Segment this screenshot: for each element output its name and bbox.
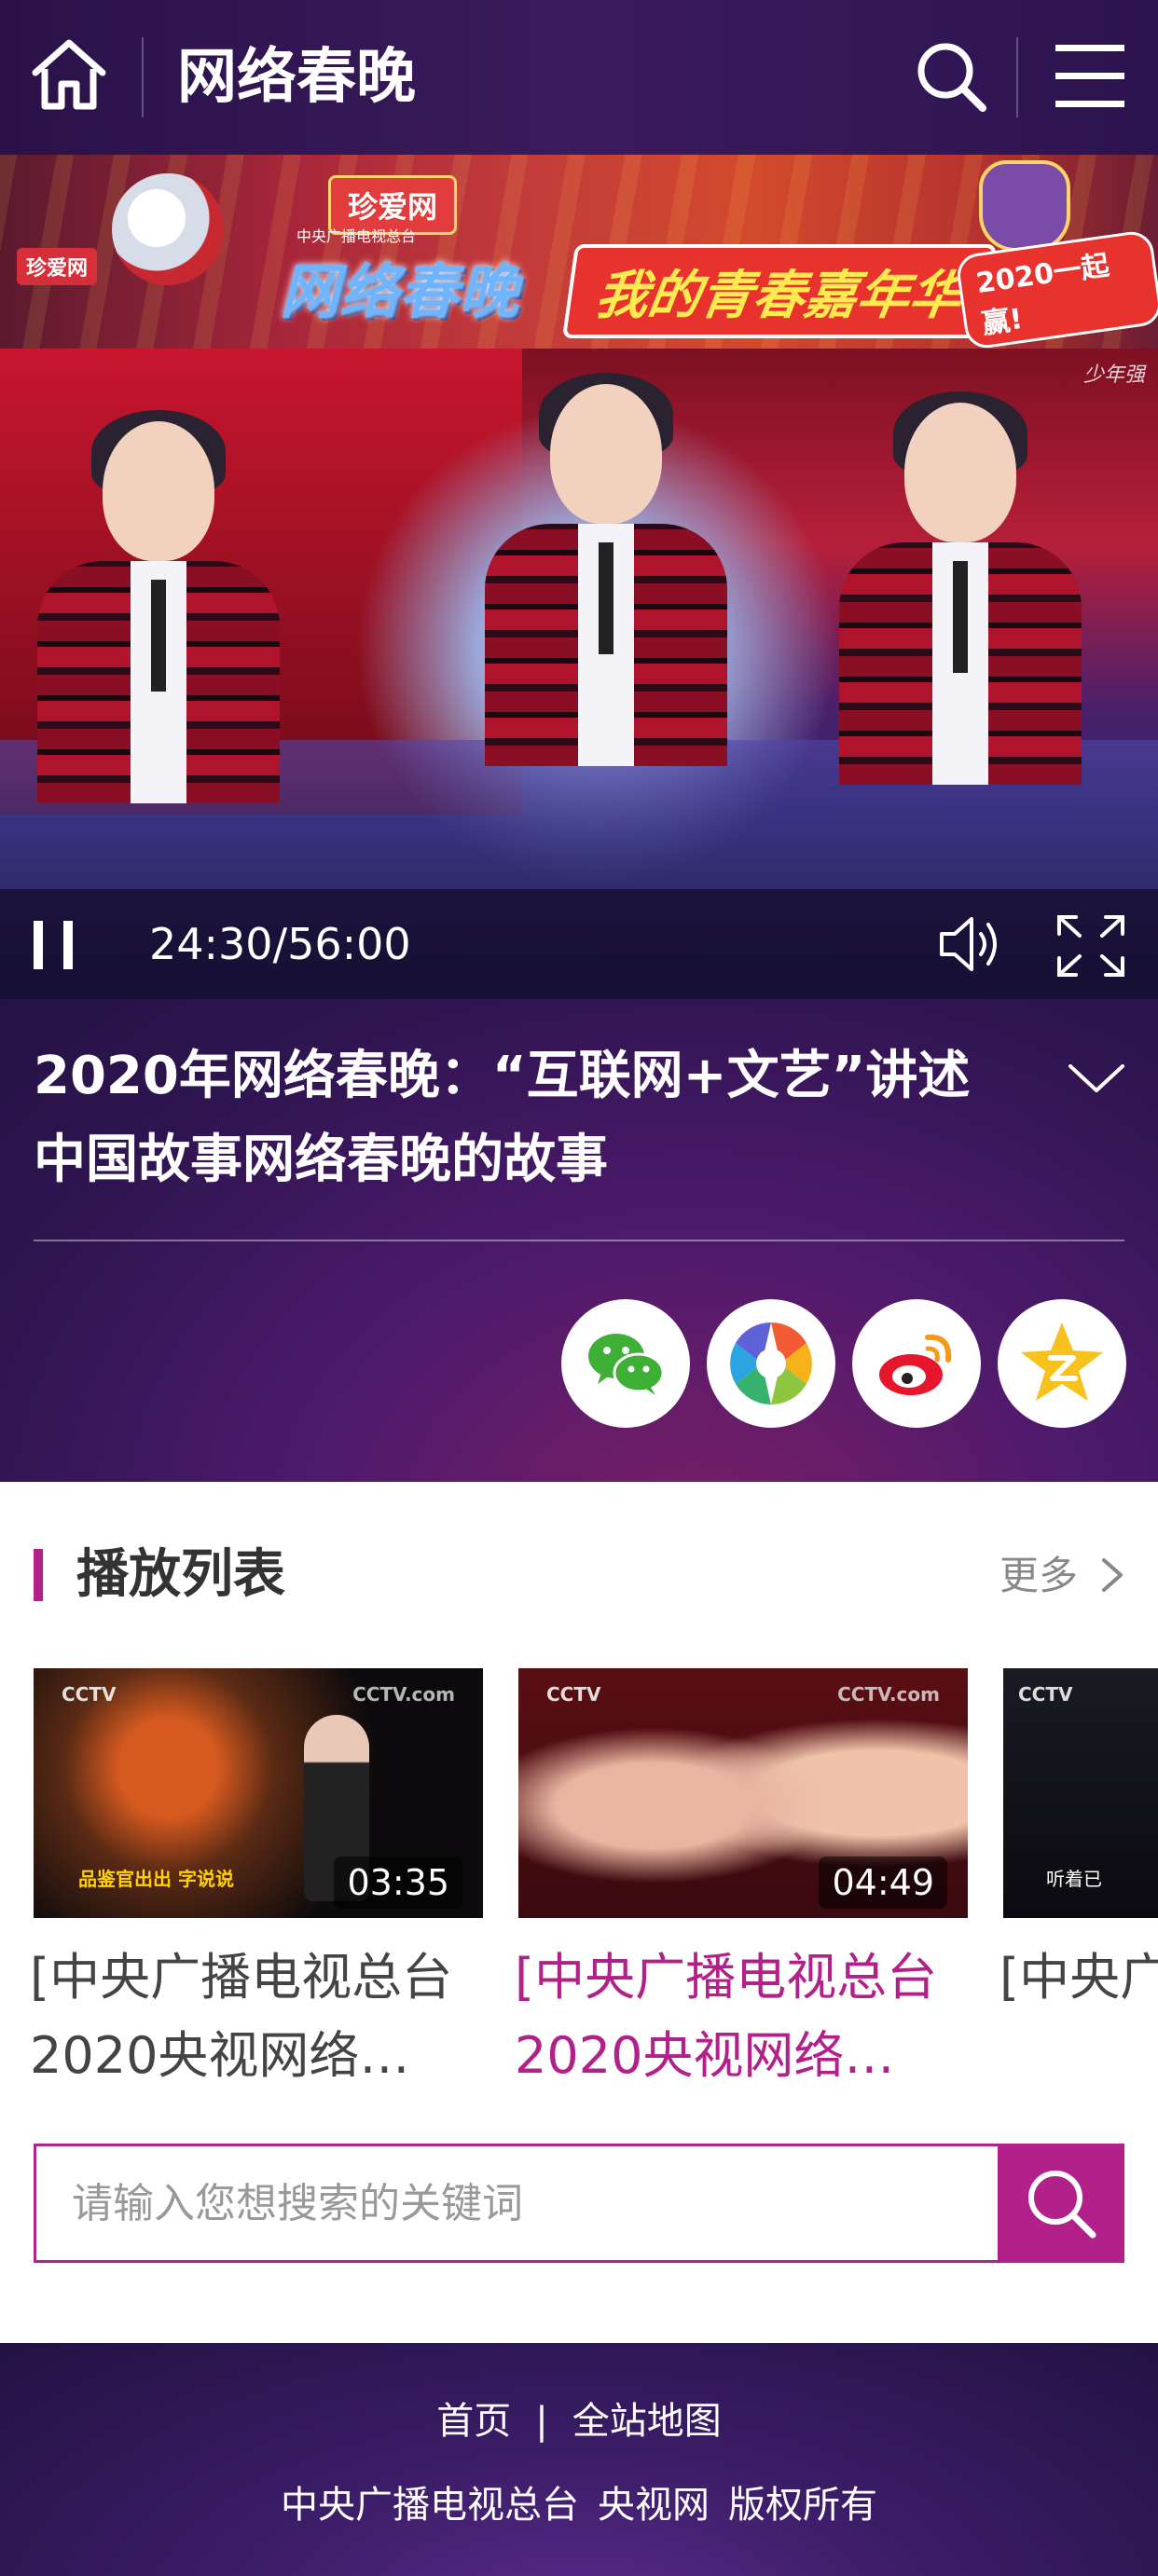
cctv-logo: CCTV.com xyxy=(352,1683,455,1706)
video-thumbnail[interactable]: CCTV 听着已 xyxy=(1003,1668,1158,1918)
robot-mascot-image xyxy=(112,173,224,285)
search-input[interactable] xyxy=(36,2146,1040,2260)
banner-slogan: 我的青春嘉年华 xyxy=(561,244,998,338)
footer-separator: | xyxy=(535,2400,548,2443)
footer-links: 首页 | 全站地图 xyxy=(0,2393,1158,2449)
more-link[interactable]: 更多 xyxy=(999,1547,1078,1605)
cctv-logo: CCTV.com xyxy=(837,1683,940,1706)
video-info-panel: 2020年网络春晚：“互联网+文艺”讲述中国故事网络春晚的故事 xyxy=(0,999,1158,1482)
qzone-icon xyxy=(1021,1322,1103,1401)
wechat-icon xyxy=(588,1334,665,1395)
playlist-item[interactable]: CCTV 听着已 [中央广播电视总台2020央视网络… xyxy=(1003,1668,1158,2097)
performer-figure xyxy=(37,410,280,906)
banner-tag: 珍爱网 xyxy=(17,248,98,285)
duration-badge: 03:35 xyxy=(334,1857,462,1909)
footer-org-name: 中央广播电视总台 xyxy=(281,2484,579,2527)
menu-icon[interactable] xyxy=(1054,41,1126,112)
cctv-logo: CCTV xyxy=(546,1683,601,1706)
share-weibo-button[interactable] xyxy=(852,1299,981,1428)
weibo-icon xyxy=(879,1334,952,1395)
search-form xyxy=(34,2144,1040,2263)
thumbnail-caption: 听着已 xyxy=(1046,1868,1102,1890)
video-thumbnail[interactable]: CCTV CCTV.com 04:49 xyxy=(518,1668,968,1918)
playlist-item-title[interactable]: [中央广播电视总台2020央视网络… xyxy=(515,1939,968,2095)
playlist-item-title[interactable]: [中央广播电视总台2020央视网络… xyxy=(1003,1939,1158,2017)
divider xyxy=(34,1240,1124,1241)
video-controls-bar: 24:30/56:00 xyxy=(0,889,1158,999)
search-submit-button[interactable] xyxy=(998,2144,1124,2263)
moments-icon xyxy=(730,1322,812,1404)
character-mascot-image xyxy=(979,160,1070,252)
video-watermark: 少年强 xyxy=(1082,363,1145,387)
top-nav-bar: 网络春晚 xyxy=(0,0,1158,155)
playlist-heading: 播放列表 xyxy=(76,1544,285,1605)
video-title: 2020年网络春晚：“互联网+文艺”讲述中国故事网络春晚的故事 xyxy=(34,1046,971,1190)
video-thumbnail[interactable]: CCTV CCTV.com 品鉴官出出 字说说 03:35 xyxy=(34,1668,483,1918)
footer-site-name: 央视网 xyxy=(598,2484,710,2527)
footer-rights-text: 版权所有 xyxy=(728,2484,877,2527)
search-icon[interactable] xyxy=(914,39,988,114)
banner-title: 网络春晚 xyxy=(280,258,518,327)
cctv-logo: CCTV xyxy=(62,1683,117,1706)
header-divider xyxy=(142,37,144,117)
header-divider xyxy=(1016,37,1018,117)
duration-badge: 04:49 xyxy=(819,1857,947,1909)
performer-figure xyxy=(839,391,1082,906)
banner-subtitle: 中央广播电视总台 xyxy=(296,227,417,245)
home-icon[interactable] xyxy=(30,35,108,114)
pause-icon[interactable] xyxy=(26,917,82,973)
chevron-down-icon[interactable] xyxy=(1067,1061,1126,1098)
volume-icon[interactable] xyxy=(938,913,1003,975)
footer-copyright: 中央广播电视总台 央视网 版权所有 xyxy=(0,2477,1158,2533)
share-moments-button[interactable] xyxy=(707,1299,835,1428)
page-title: 网络春晚 xyxy=(177,43,416,112)
share-qzone-button[interactable] xyxy=(998,1299,1126,1428)
thumbnail-caption: 品鉴官出出 字说说 xyxy=(78,1868,234,1890)
search-icon xyxy=(1028,2171,1096,2239)
playlist-item-title[interactable]: [中央广播电视总台2020央视网络… xyxy=(30,1939,483,2095)
chevron-right-icon[interactable] xyxy=(1096,1556,1126,1594)
footer-sitemap-link[interactable]: 全站地图 xyxy=(572,2400,722,2443)
section-accent-bar xyxy=(34,1549,43,1601)
performer-figure xyxy=(485,373,727,906)
footer-home-link[interactable]: 首页 xyxy=(436,2400,511,2443)
video-time: 24:30/56:00 xyxy=(149,919,411,969)
page-footer: 首页 | 全站地图 中央广播电视总台 央视网 版权所有 xyxy=(0,2343,1158,2576)
cctv-logo: CCTV xyxy=(1018,1683,1073,1706)
fullscreen-icon[interactable] xyxy=(1055,913,1126,979)
promo-banner[interactable]: 珍爱网 珍爱网 中央广播电视总台 网络春晚 我的青春嘉年华 2020一起赢! xyxy=(0,155,1158,349)
share-wechat-button[interactable] xyxy=(561,1299,690,1428)
